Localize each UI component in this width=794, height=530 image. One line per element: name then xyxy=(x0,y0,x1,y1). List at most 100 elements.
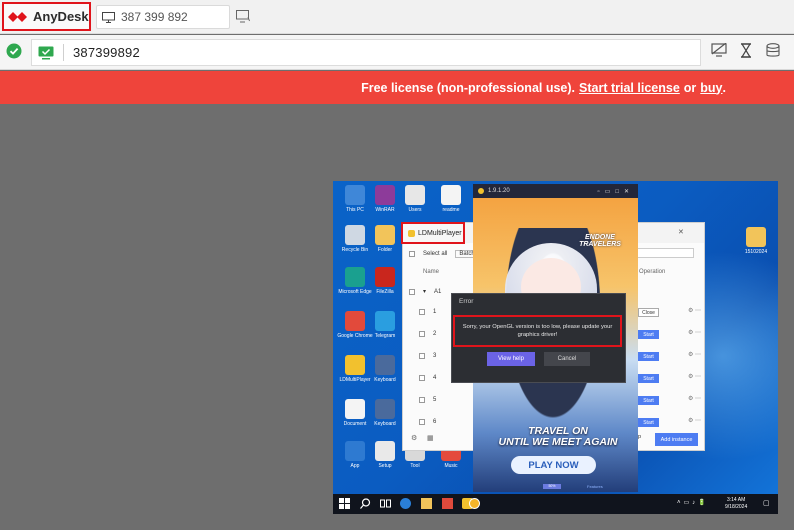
ldm-search-input[interactable] xyxy=(636,248,694,258)
desktop-icon[interactable]: Telegram xyxy=(365,311,405,339)
desktop-icon[interactable]: readme xyxy=(431,185,471,213)
select-all-label: Select all xyxy=(423,251,448,257)
system-tray-icons[interactable]: ˄▭♪🔋 xyxy=(677,499,709,506)
desktop-icon[interactable]: Keyboard xyxy=(365,355,405,383)
desktop-app-icon xyxy=(746,227,766,247)
license-or: or xyxy=(683,80,697,95)
table-row[interactable]: 6 xyxy=(419,419,436,425)
desktop-app-icon xyxy=(345,441,365,461)
tab-remote-session[interactable]: 387 399 892 xyxy=(96,5,230,29)
connected-check-icon xyxy=(6,43,22,59)
desktop-icon-label: Telegram xyxy=(374,333,396,339)
row-more-icon[interactable]: ⚙ ⋯ xyxy=(688,329,701,336)
ldm-settings-icon[interactable]: ⚙ xyxy=(411,434,417,442)
error-dialog[interactable]: Error Sorry, your OpenGL version is too … xyxy=(451,293,626,383)
desktop-app-icon xyxy=(345,399,365,419)
anydesk-taskbar-icon[interactable] xyxy=(442,498,453,509)
search-icon[interactable] xyxy=(360,498,371,509)
desktop-icon-label: Keyboard xyxy=(374,421,396,427)
row-checkbox[interactable] xyxy=(419,375,425,381)
start-trial-link[interactable]: Start trial license xyxy=(579,81,680,95)
notification-icon[interactable]: ▢ xyxy=(763,499,770,507)
row-checkbox[interactable] xyxy=(419,331,425,337)
explorer-taskbar-icon[interactable] xyxy=(421,498,432,509)
tab-bar: AnyDesk 387 399 892 xyxy=(0,0,794,34)
desktop-app-icon xyxy=(375,441,395,461)
play-now-button[interactable]: PLAY NOW xyxy=(511,456,596,474)
desktop-icon[interactable]: FileZilla xyxy=(365,267,405,295)
row-name: 4 xyxy=(433,375,437,381)
desktop-icon-label: Tool xyxy=(410,463,420,469)
features-link[interactable]: Features xyxy=(587,484,603,489)
desktop-icon[interactable]: 15102024 xyxy=(736,227,776,255)
database-icon[interactable] xyxy=(766,43,780,58)
row-name: 1 xyxy=(433,309,437,315)
ldm-col-name: Name xyxy=(423,269,440,275)
row-name: 3 xyxy=(433,353,437,359)
desktop-app-icon xyxy=(345,355,365,375)
start-instance-button[interactable]: Start xyxy=(638,396,659,405)
row-more-icon[interactable]: ⚙ ⋯ xyxy=(688,373,701,380)
add-instance-button[interactable]: Add instance xyxy=(655,433,698,446)
view-help-button[interactable]: View help xyxy=(487,352,535,366)
game-app-icon xyxy=(478,188,484,194)
privacy-mode-icon[interactable] xyxy=(711,43,727,57)
new-session-icon[interactable] xyxy=(236,10,250,23)
buy-link[interactable]: buy xyxy=(700,81,722,95)
row-checkbox[interactable] xyxy=(419,419,425,425)
row-more-icon[interactable]: ⚙ ⋯ xyxy=(688,395,701,402)
row-checkbox[interactable] xyxy=(419,353,425,359)
anydesk-logo-button[interactable]: AnyDesk xyxy=(2,2,91,31)
windows-start-icon[interactable] xyxy=(339,498,350,509)
row-checkbox[interactable] xyxy=(419,397,425,403)
desktop-icon-label: Keyboard xyxy=(374,377,396,383)
cancel-button[interactable]: Cancel xyxy=(544,352,590,366)
row-more-icon[interactable]: ⚙ ⋯ xyxy=(688,307,701,314)
table-row[interactable]: 1 xyxy=(419,309,436,315)
desktop-app-icon xyxy=(345,311,365,331)
error-title: Error xyxy=(459,298,474,305)
desktop-icon-label: Folder xyxy=(377,247,393,253)
desktop-icon[interactable]: Users xyxy=(395,185,435,213)
row-name: 6 xyxy=(433,419,437,425)
ldm-title: LDMultiPlayer xyxy=(418,229,462,237)
game-slogan: TRAVEL ON UNTIL WE MEET AGAIN xyxy=(483,426,633,448)
desktop-app-icon xyxy=(375,185,395,205)
group-chevron-icon[interactable]: ▾ xyxy=(423,288,426,295)
desktop-app-icon xyxy=(375,225,395,245)
table-row[interactable]: 3 xyxy=(419,353,436,359)
close-instance-button[interactable]: Close xyxy=(638,308,659,317)
edge-taskbar-icon[interactable] xyxy=(400,498,411,509)
select-all-checkbox[interactable] xyxy=(409,251,415,257)
desktop-app-icon xyxy=(375,267,395,287)
ldm-close-icon[interactable]: ✕ xyxy=(678,228,684,236)
desktop-app-icon xyxy=(375,399,395,419)
start-instance-button[interactable]: Start xyxy=(638,374,659,383)
clock-date: 9/18/2024 xyxy=(725,503,748,510)
table-row[interactable]: 4 xyxy=(419,375,436,381)
table-row[interactable]: 2 xyxy=(419,331,436,337)
error-message: Sorry, your OpenGL version is too low, p… xyxy=(453,315,622,347)
remote-screen[interactable]: This PC WinRAR Users readme Recycle Bin Folde… xyxy=(333,181,778,514)
ldm-grid-icon[interactable]: ▦ xyxy=(427,434,434,442)
hourglass-icon[interactable] xyxy=(740,43,752,58)
taskbar-clock[interactable]: 3:14 AM 9/18/2024 xyxy=(725,497,747,510)
game-window-controls-icon[interactable]: ▫▭□✕ xyxy=(598,188,634,195)
row-more-icon[interactable]: ⚙ ⋯ xyxy=(688,351,701,358)
anydesk-logo-icon xyxy=(8,11,27,22)
table-row[interactable]: 5 xyxy=(419,397,436,403)
ldm-title-highlight[interactable]: LDMultiPlayer xyxy=(401,222,465,244)
desktop-icon[interactable]: Keyboard xyxy=(365,399,405,427)
start-instance-button[interactable]: Start xyxy=(638,352,659,361)
remote-address-field[interactable]: 387399892 xyxy=(31,39,701,66)
group-checkbox[interactable] xyxy=(409,288,415,295)
row-checkbox[interactable] xyxy=(419,309,425,315)
row-more-icon[interactable]: ⚙ ⋯ xyxy=(688,417,701,424)
task-view-icon[interactable] xyxy=(380,498,391,509)
game-taskbar-icon[interactable] xyxy=(469,498,480,509)
row-name: 5 xyxy=(433,397,437,403)
start-instance-button[interactable]: Start xyxy=(638,418,659,427)
desktop-app-icon xyxy=(345,267,365,287)
desktop-icon[interactable]: Folder xyxy=(365,225,405,253)
start-instance-button[interactable]: Start xyxy=(638,330,659,339)
